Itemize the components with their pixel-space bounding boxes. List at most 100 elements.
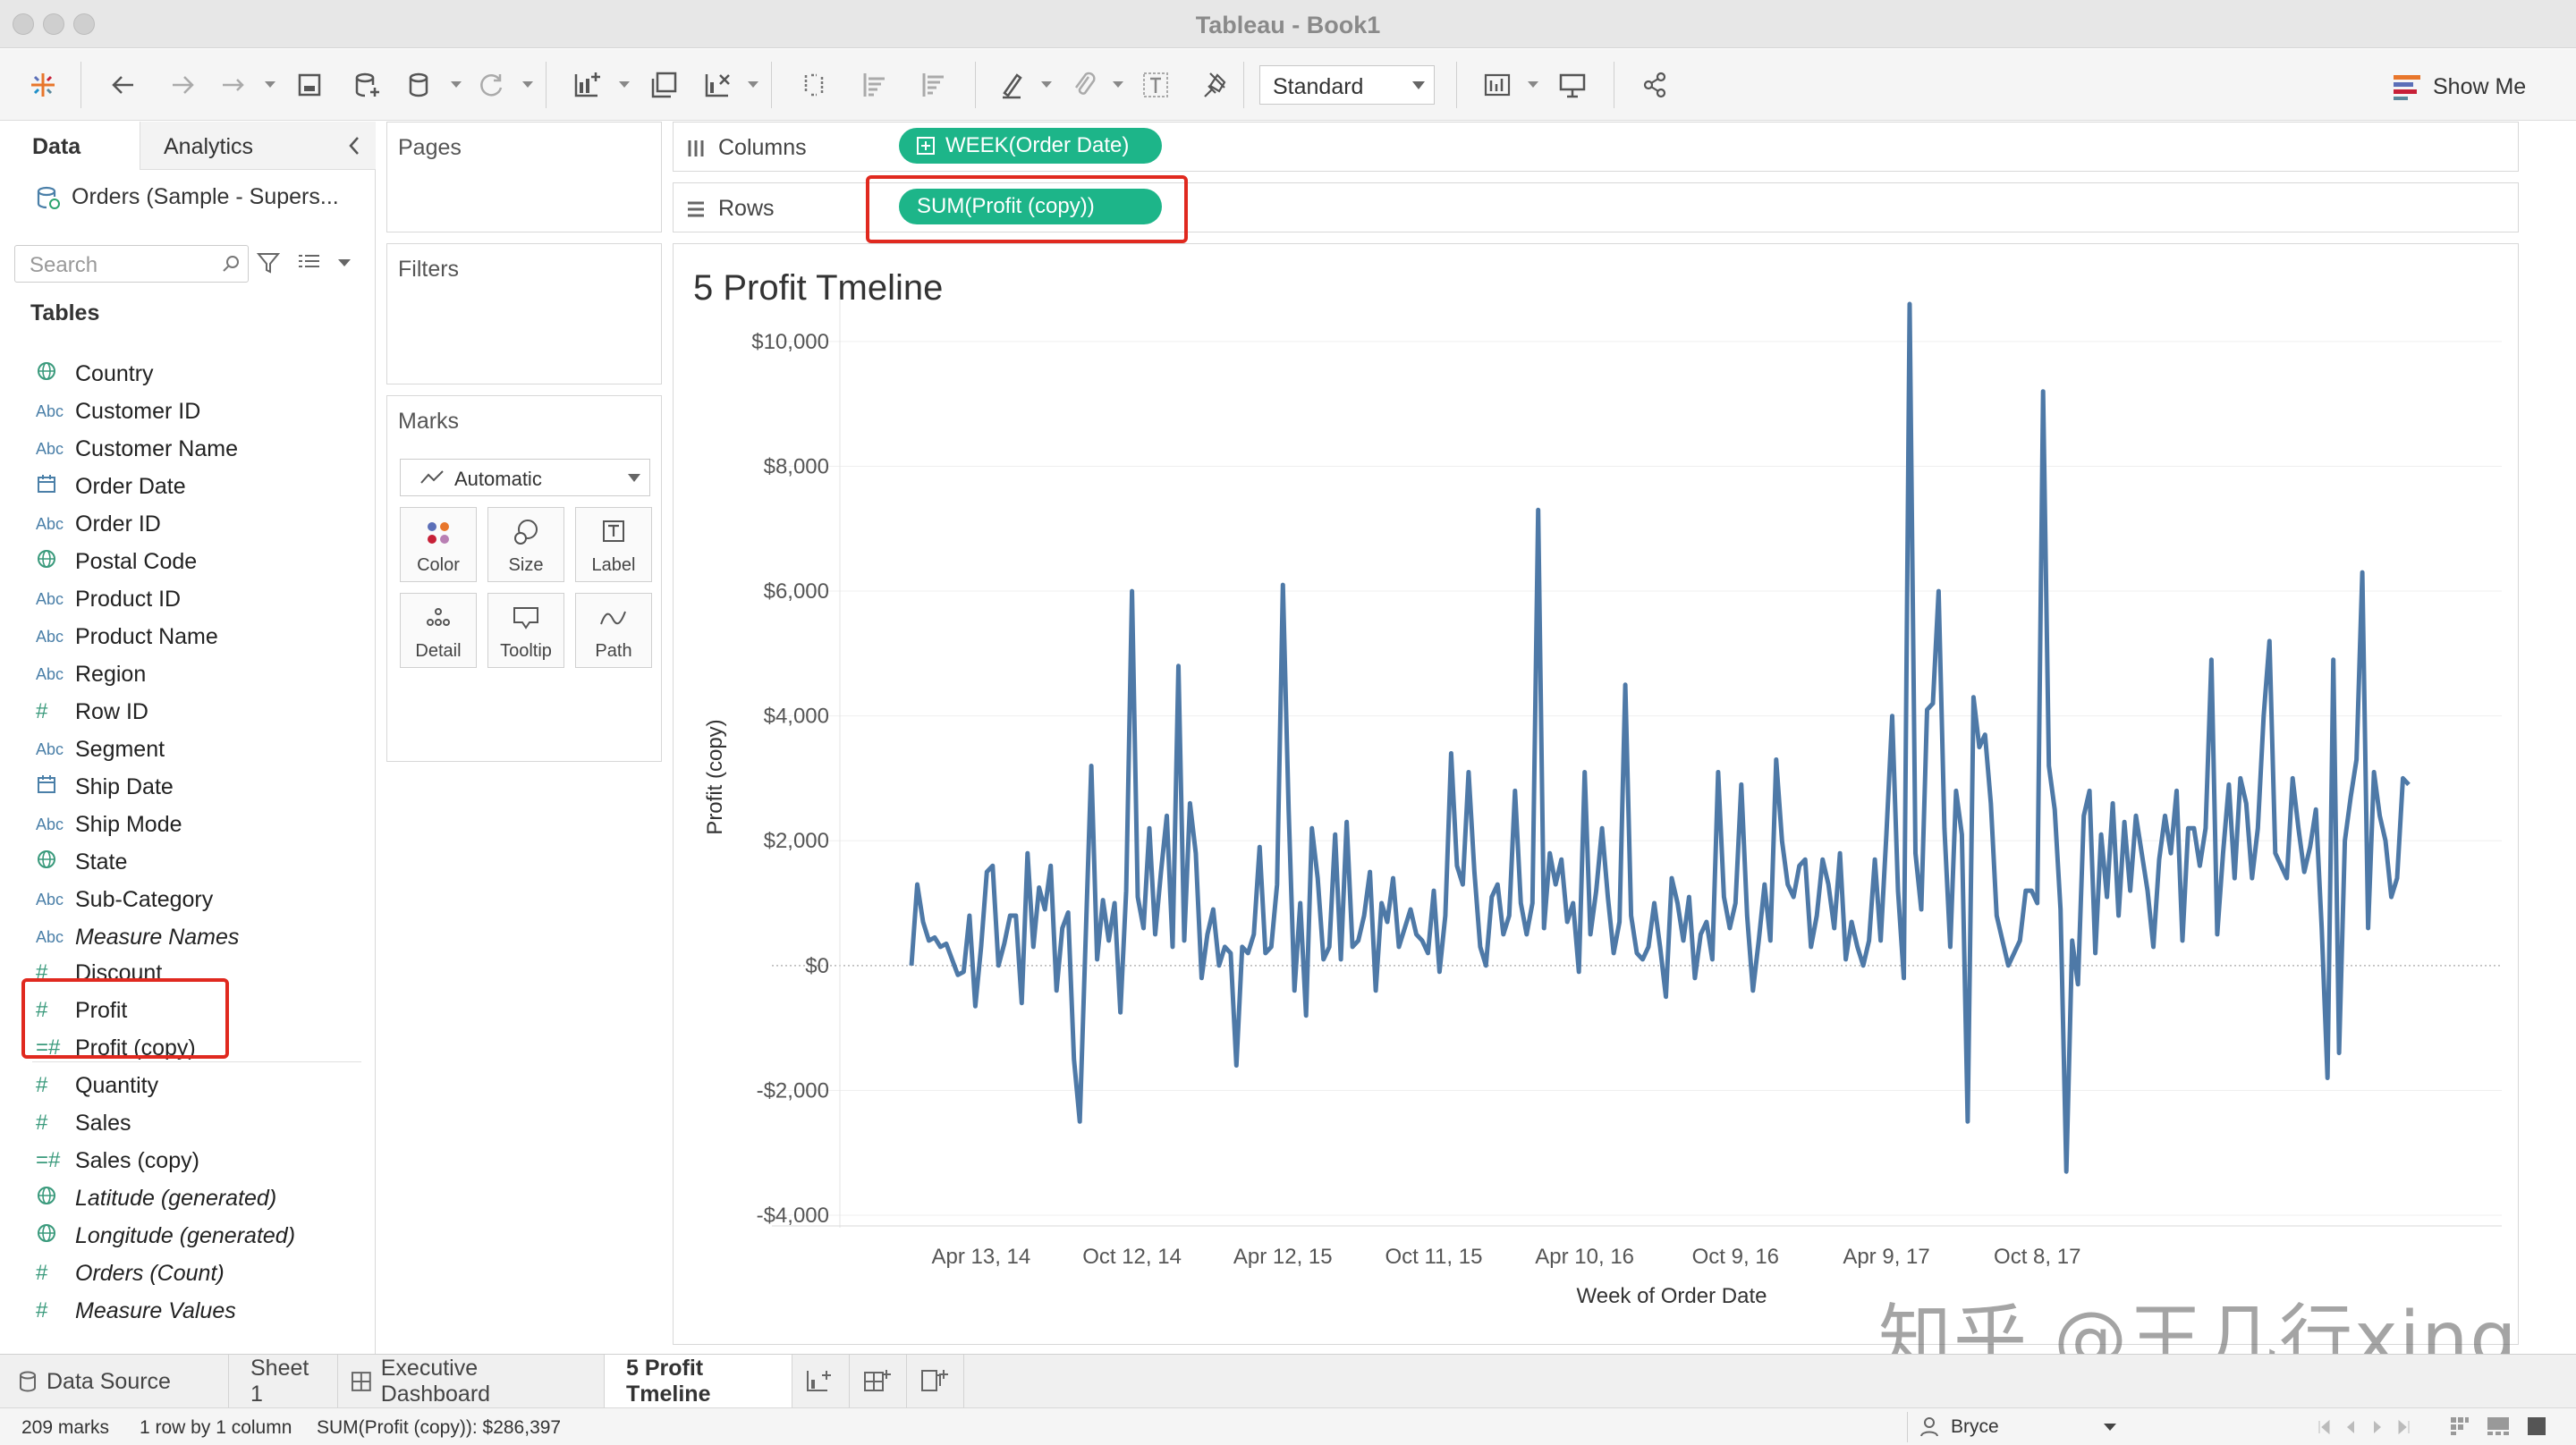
field-ship-date[interactable]: Ship Date [36,769,174,805]
label-icon [603,520,624,542]
field-sales-copy[interactable]: =# Sales (copy) [36,1143,199,1179]
filter-icon[interactable] [256,250,281,275]
columns-shelf[interactable]: Columns WEEK(Order Date) [673,122,2519,172]
y-tick-label: $6,000 [764,579,829,604]
columns-shelf-label: Columns [686,135,807,161]
abc-icon: Abc [36,627,64,646]
chevron-down-icon[interactable] [338,259,351,266]
presentation-mode-icon[interactable] [1553,65,1592,105]
tooltip-button[interactable]: Tooltip [487,593,564,668]
swap-rows-columns-icon[interactable] [794,65,834,105]
show-me-icon [2394,75,2420,100]
field-region[interactable]: Abc Region [36,656,146,692]
field-segment[interactable]: Abc Segment [36,731,165,767]
show-me-label: Show Me [2433,73,2527,99]
mark-type-value: Automatic [454,468,542,490]
path-button[interactable]: Path [575,593,652,668]
first-sheet-icon[interactable] [2317,1419,2331,1435]
field-ship-mode[interactable]: Abc Ship Mode [36,807,182,842]
filters-card[interactable]: Filters [386,243,662,384]
sheet-title: 5 Profit Tmeline [693,268,943,308]
tab-executive-dashboard-label: Executive Dashboard [380,1356,491,1407]
replay-animation-icon[interactable] [215,65,254,105]
mark-type-select[interactable]: Automatic [400,459,650,496]
new-story-tab-button[interactable] [907,1355,964,1408]
new-data-source-icon[interactable] [347,65,386,105]
data-source-selector[interactable]: Orders (Sample - Supers... [36,184,339,210]
filmstrip-icon[interactable] [2487,1415,2510,1437]
field-measure-names[interactable]: Abc Measure Names [36,919,239,955]
tab-5-profit-tmeline[interactable]: 5 Profit Tmeline [605,1355,792,1408]
worksheet-view[interactable]: 5 Profit Tmeline $10,000 $8,000 $6,000 $4,0… [673,243,2519,1345]
redo-icon[interactable] [163,65,202,105]
show-me-button[interactable]: Show Me [2394,69,2526,105]
search-input[interactable]: Search [14,245,249,283]
tableau-window: Tableau - Book1 Standard Show Me Data An… [0,0,2576,1445]
save-icon[interactable] [290,65,329,105]
tabs-view-icon[interactable] [2526,1415,2547,1437]
profit-line[interactable] [909,301,2411,1174]
collapse-pane-icon[interactable] [347,136,361,156]
share-icon[interactable] [1635,65,1674,105]
field-product-id[interactable]: Abc Product ID [36,581,181,617]
new-worksheet-tab-button[interactable] [792,1355,850,1408]
week-order-date-pill[interactable]: WEEK(Order Date) [899,128,1162,164]
previous-sheet-icon[interactable] [2343,1419,2358,1435]
view-mode-switcher [2449,1415,2547,1437]
pages-card[interactable]: Pages [386,122,662,232]
next-sheet-icon[interactable] [2370,1419,2385,1435]
field-measure-values[interactable]: # Measure Values [36,1293,236,1329]
tooltip-label: Tooltip [500,641,552,661]
pause-updates-icon[interactable] [401,65,440,105]
tab-data-source[interactable]: Data Source [0,1355,229,1408]
new-dashboard-tab-button[interactable] [850,1355,907,1408]
tableau-logo-icon[interactable] [23,65,63,105]
rows-label-text: Rows [718,196,775,221]
tab-data[interactable]: Data [0,122,140,170]
detail-button[interactable]: Detail [400,593,477,668]
field-postal-code[interactable]: Postal Code [36,544,197,579]
chevron-down-icon [2104,1424,2116,1431]
highlight-icon[interactable] [993,65,1032,105]
color-button[interactable]: Color [400,507,477,582]
duplicate-sheet-icon[interactable] [644,65,683,105]
label-button[interactable]: Label [575,507,652,582]
field-customer-name[interactable]: Abc Customer Name [36,431,238,467]
view-options-icon[interactable] [297,252,322,274]
fit-size-select[interactable]: Standard [1259,65,1435,105]
field-label: Measure Names [75,924,240,950]
field-label: Product ID [75,586,182,612]
size-button[interactable]: Size [487,507,564,582]
field-order-id[interactable]: Abc Order ID [36,506,161,542]
field-product-name[interactable]: Abc Product Name [36,619,218,655]
field-sub-category[interactable]: Abc Sub-Category [36,882,213,917]
tab-executive-dashboard[interactable]: Executive Dashboard [338,1355,605,1408]
field-country[interactable]: Country [36,356,154,392]
show-mark-labels-icon[interactable] [1136,65,1175,105]
sort-ascending-icon[interactable] [855,65,894,105]
fix-axes-icon[interactable] [1195,65,1234,105]
sheet-sorter-icon[interactable] [2449,1415,2470,1437]
tab-sheet-1[interactable]: Sheet 1 [229,1355,338,1408]
last-sheet-icon[interactable] [2397,1419,2411,1435]
globe-icon [36,1185,75,1212]
user-menu[interactable]: Bryce [1907,1412,2125,1442]
field-order-date[interactable]: Order Date [36,469,186,504]
field-latitude-generated[interactable]: Latitude (generated) [36,1180,276,1216]
field-orders-count[interactable]: # Orders (Count) [36,1255,225,1291]
field-state[interactable]: State [36,844,127,880]
sort-descending-icon[interactable] [914,65,953,105]
show-cards-icon[interactable] [1479,65,1519,105]
field-row-id[interactable]: # Row ID [36,694,148,730]
field-quantity[interactable]: # Quantity [36,1068,158,1103]
field-customer-id[interactable]: Abc Customer ID [36,393,200,429]
group-members-icon[interactable] [1064,65,1104,105]
undo-icon[interactable] [104,65,143,105]
color-icon [428,522,449,544]
clear-sheet-icon[interactable] [698,65,737,105]
tab-analytics[interactable]: Analytics [140,122,376,170]
refresh-icon[interactable] [472,65,512,105]
new-worksheet-icon[interactable] [567,65,606,105]
field-longitude-generated[interactable]: Longitude (generated) [36,1218,295,1254]
field-sales[interactable]: # Sales [36,1105,131,1141]
